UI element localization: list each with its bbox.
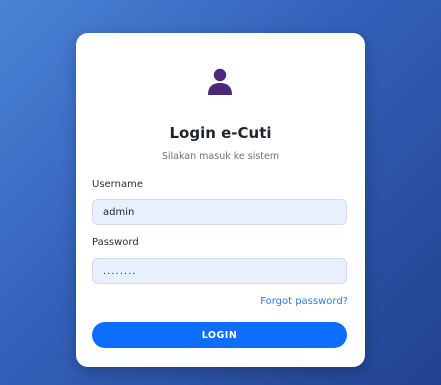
forgot-password-link[interactable]: Forgot password? (260, 296, 348, 307)
username-input[interactable] (92, 199, 347, 225)
password-label: Password (92, 237, 139, 248)
username-label: Username (92, 179, 143, 190)
login-card: Login e-Cuti Silakan masuk ke sistem Use… (76, 33, 365, 367)
password-input[interactable] (92, 258, 347, 284)
page-subtitle: Silakan masuk ke sistem (161, 151, 280, 162)
user-icon (208, 68, 232, 95)
login-page: Login e-Cuti Silakan masuk ke sistem Use… (0, 0, 441, 385)
page-title: Login e-Cuti (169, 124, 272, 142)
login-button[interactable]: LOGIN (92, 322, 347, 348)
